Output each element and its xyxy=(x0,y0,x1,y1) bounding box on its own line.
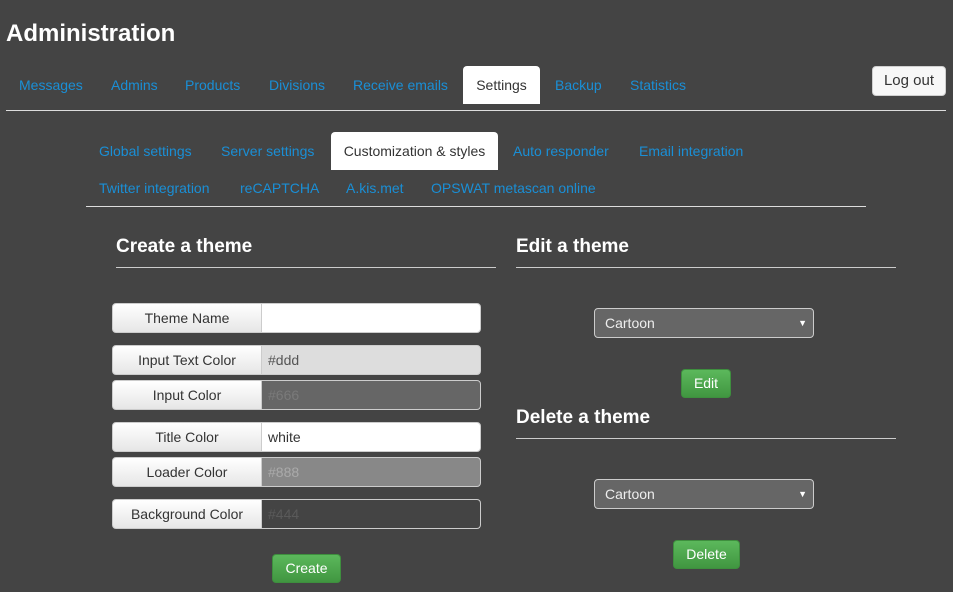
delete-button[interactable]: Delete xyxy=(673,540,740,569)
tab-receive-emails[interactable]: Receive emails xyxy=(353,66,448,104)
delete-theme-select[interactable]: Cartoon ▼ xyxy=(594,479,814,509)
input-text-color-label: Input Text Color xyxy=(112,345,262,375)
title-color-label: Title Color xyxy=(112,422,262,452)
background-color-label: Background Color xyxy=(112,499,262,529)
tab-backup[interactable]: Backup xyxy=(555,66,602,104)
delete-theme-title: Delete a theme xyxy=(516,407,896,439)
settings-sub-tabs: Global settings Server settings Customiz… xyxy=(86,132,866,207)
background-color-input[interactable] xyxy=(261,499,481,529)
subtab-opswat-metascan[interactable]: OPSWAT metascan online xyxy=(431,169,596,207)
edit-button[interactable]: Edit xyxy=(681,369,731,398)
subtab-customization-styles[interactable]: Customization & styles xyxy=(331,132,498,170)
caret-down-icon: ▼ xyxy=(798,318,807,328)
tab-divisions[interactable]: Divisions xyxy=(269,66,325,104)
edit-theme-selected: Cartoon xyxy=(605,315,655,331)
edit-theme-select[interactable]: Cartoon ▼ xyxy=(594,308,814,338)
theme-name-input[interactable] xyxy=(261,303,481,333)
theme-name-label: Theme Name xyxy=(112,303,262,333)
loader-color-label: Loader Color xyxy=(112,457,262,487)
tab-admins[interactable]: Admins xyxy=(111,66,158,104)
subtab-twitter-integration[interactable]: Twitter integration xyxy=(99,169,210,207)
subtab-server-settings[interactable]: Server settings xyxy=(221,132,314,170)
delete-theme-selected: Cartoon xyxy=(605,486,655,502)
input-color-label: Input Color xyxy=(112,380,262,410)
subtab-akismet[interactable]: A.kis.met xyxy=(346,169,404,207)
subtab-recaptcha[interactable]: reCAPTCHA xyxy=(240,169,319,207)
input-color-input[interactable] xyxy=(261,380,481,410)
edit-theme-title: Edit a theme xyxy=(516,236,896,268)
tab-messages[interactable]: Messages xyxy=(19,66,83,104)
main-tabs: Messages Admins Products Divisions Recei… xyxy=(6,66,946,111)
loader-color-input[interactable] xyxy=(261,457,481,487)
tab-products[interactable]: Products xyxy=(185,66,240,104)
page-title: Administration xyxy=(6,20,176,47)
create-theme-title: Create a theme xyxy=(116,236,496,268)
subtab-email-integration[interactable]: Email integration xyxy=(639,132,743,170)
create-button[interactable]: Create xyxy=(272,554,341,583)
tab-settings[interactable]: Settings xyxy=(463,66,540,104)
title-color-input[interactable] xyxy=(261,422,481,452)
caret-down-icon: ▼ xyxy=(798,489,807,499)
input-text-color-input[interactable] xyxy=(261,345,481,375)
tab-statistics[interactable]: Statistics xyxy=(630,66,686,104)
subtab-global-settings[interactable]: Global settings xyxy=(99,132,192,170)
subtab-auto-responder[interactable]: Auto responder xyxy=(513,132,609,170)
